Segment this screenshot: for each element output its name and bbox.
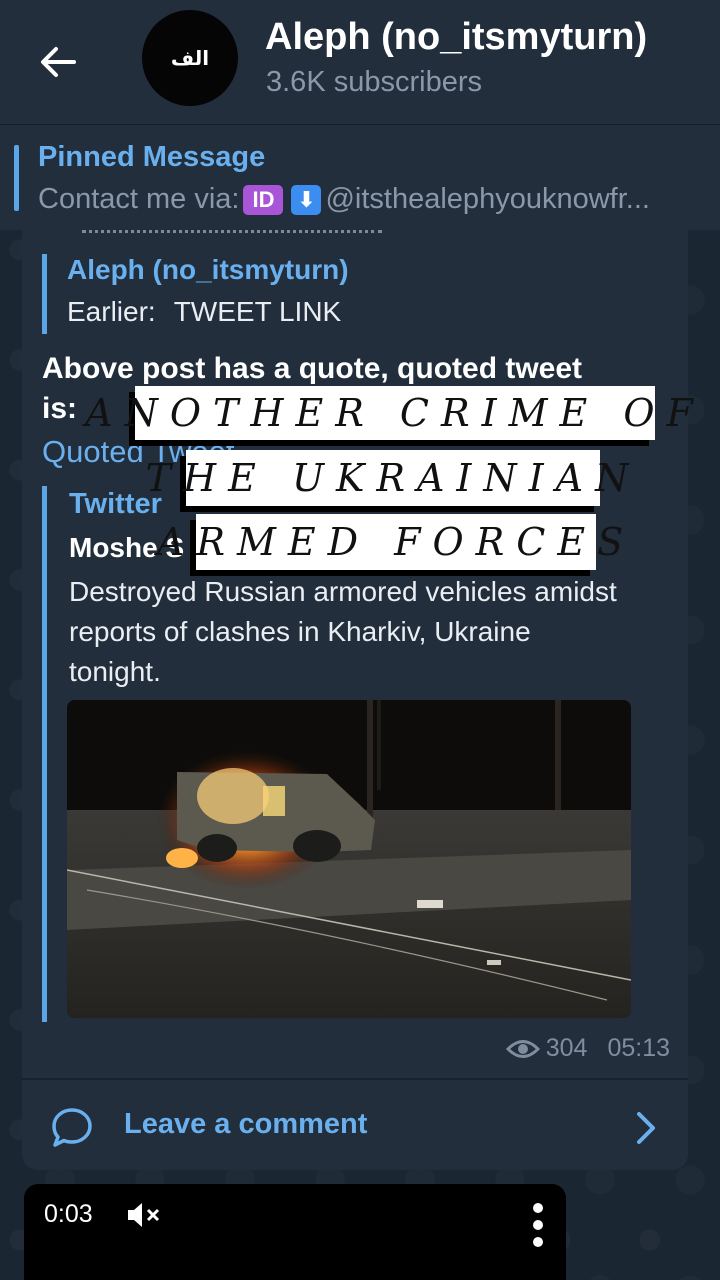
overlay-caption-line2: THE UKRAINIAN (146, 450, 628, 506)
eye-icon (505, 1039, 540, 1058)
message-text-line1: Above post has a quote, quoted tweet (42, 352, 583, 385)
channel-avatar[interactable]: الف (142, 10, 238, 106)
comment-divider (22, 1078, 688, 1080)
chat-header: الف Aleph (no_itsmyturn) 3.6K subscriber… (0, 0, 720, 124)
pinned-prefix: Contact me via: (38, 183, 240, 215)
pinned-handle: @itsthealephyouknowfr... (325, 183, 650, 215)
pinned-accent-bar (14, 145, 19, 211)
leave-comment-button[interactable]: Leave a comment (22, 1082, 688, 1170)
avatar-logo-text: الف (170, 46, 210, 70)
id-emoji-icon: ID (243, 184, 284, 215)
cutoff-text-remnant (82, 230, 382, 240)
reply-preview[interactable]: Aleph (no_itsmyturn) Earlier: TWEET LINK (42, 254, 349, 334)
tweet-photo[interactable] (67, 700, 631, 1018)
message-bubble: Aleph (no_itsmyturn) Earlier: TWEET LINK … (22, 230, 688, 1170)
message-meta: 304 05:13 (505, 1034, 670, 1063)
message-text-line2: is: (42, 392, 78, 425)
back-button[interactable] (30, 34, 86, 90)
down-arrow-emoji-icon: ⬇ (291, 184, 322, 215)
chevron-right-icon (637, 1112, 655, 1144)
view-count: 304 (545, 1034, 588, 1062)
quote-body: Destroyed Russian armored vehicles amids… (69, 576, 617, 687)
subscriber-count: 3.6K subscribers (266, 66, 482, 98)
reply-author: Aleph (no_itsmyturn) (67, 254, 349, 285)
back-arrow-icon (41, 47, 76, 77)
pinned-title: Pinned Message (38, 141, 266, 173)
leave-comment-label: Leave a comment (124, 1108, 368, 1140)
speaker-muted-icon[interactable] (126, 1200, 162, 1230)
reply-link[interactable]: TWEET LINK (174, 296, 342, 327)
overlay-caption-line1: ANOTHER CRIME OF (85, 386, 693, 440)
comment-bubble-icon (52, 1108, 92, 1147)
burning-vehicle-image (67, 700, 631, 1018)
message-time: 05:13 (607, 1034, 670, 1062)
video-time: 0:03 (44, 1200, 93, 1228)
video-message[interactable]: 0:03 (24, 1184, 566, 1280)
pinned-message-bar[interactable]: Pinned Message Contact me via: ID ⬇ @its… (0, 124, 720, 230)
overlay-caption-line3: ARMED FORCES (157, 514, 623, 570)
more-vertical-icon[interactable] (532, 1202, 544, 1248)
reply-label: Earlier: (67, 296, 156, 327)
pinned-text: Contact me via: ID ⬇ @itsthealephyouknow… (38, 183, 708, 216)
channel-title[interactable]: Aleph (no_itsmyturn) (265, 16, 647, 59)
reply-text: Earlier: TWEET LINK (67, 296, 349, 328)
